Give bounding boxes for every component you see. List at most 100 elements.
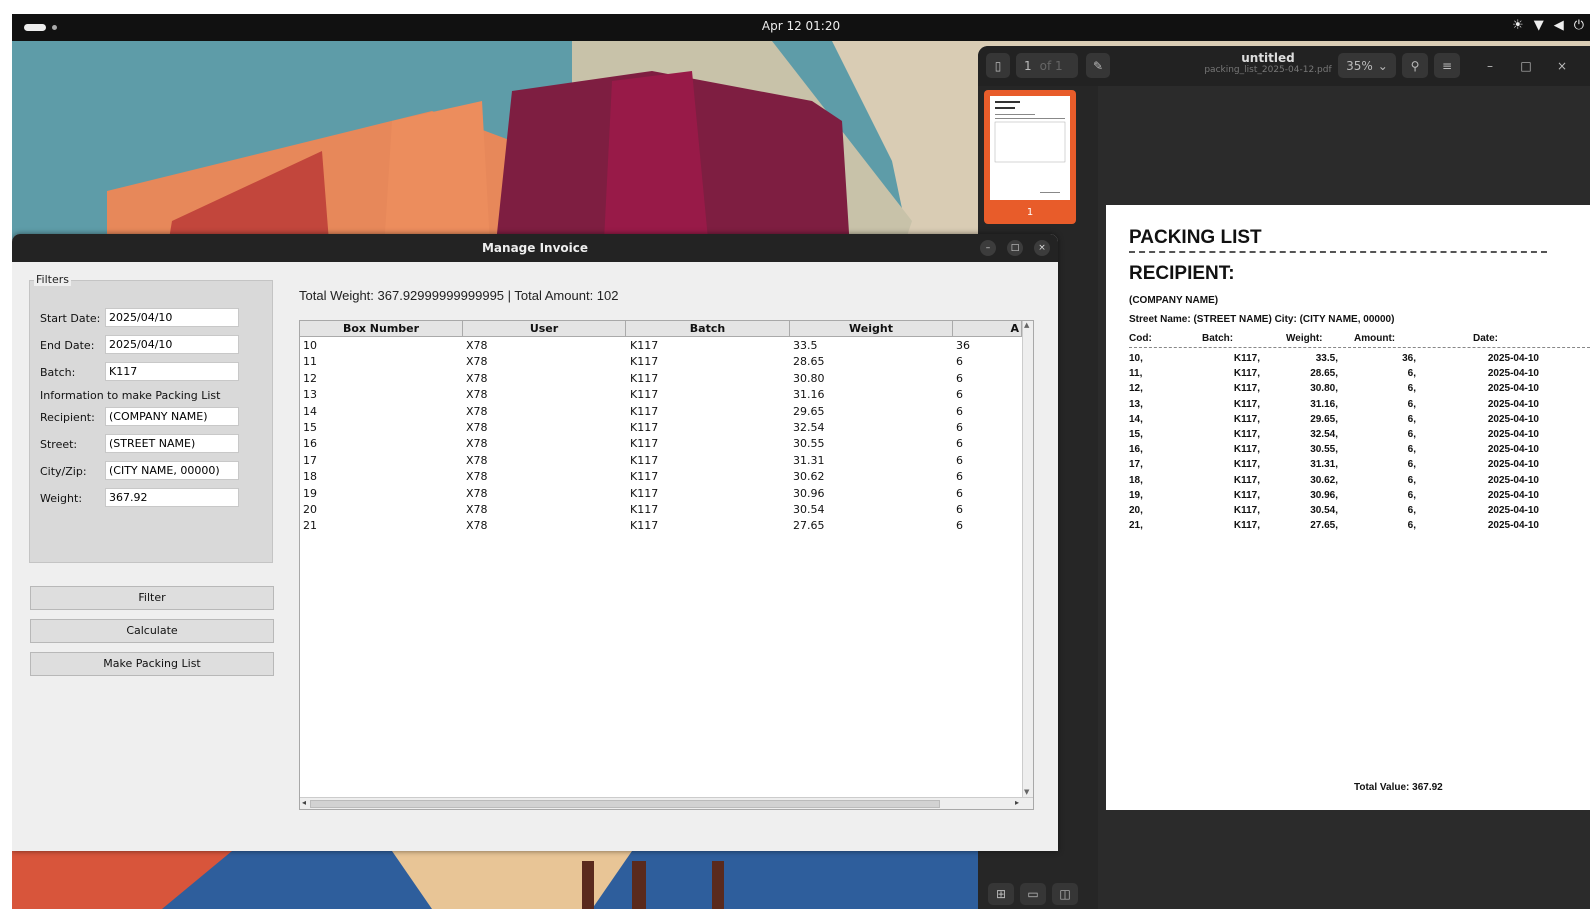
scroll-right-icon[interactable]: ▸ xyxy=(1015,798,1019,807)
horizontal-scrollbar[interactable]: ◂ ▸ xyxy=(300,797,1033,809)
doc-cell-batch: K117, xyxy=(1233,429,1260,440)
sidebar-toggle-icon[interactable]: ▯ xyxy=(986,53,1010,78)
system-tray[interactable]: ☀ ▼ ◀ ⏻ xyxy=(1512,18,1584,33)
maximize-button[interactable]: □ xyxy=(1007,240,1023,256)
cell-batch: K117 xyxy=(630,486,659,500)
street-label: Street: xyxy=(40,438,78,451)
header-batch[interactable]: Batch xyxy=(626,321,790,337)
cell-amount: 6 xyxy=(956,486,963,500)
cell-user: X78 xyxy=(466,470,488,484)
table-row[interactable]: 15 X78 K117 32.54 6 xyxy=(300,420,1022,436)
city-input[interactable] xyxy=(105,461,239,480)
doc-cell-batch: K117, xyxy=(1233,505,1260,516)
doc-cell-date: 2025-04-10 xyxy=(1487,353,1539,364)
cell-weight: 30.55 xyxy=(793,437,825,451)
doc-cell-date: 2025-04-10 xyxy=(1487,444,1539,456)
header-weight[interactable]: Weight xyxy=(790,321,953,337)
header-amount[interactable]: A xyxy=(953,321,1022,337)
cell-batch: K117 xyxy=(630,503,659,516)
header-box-number[interactable]: Box Number xyxy=(300,321,463,337)
doc-cell-date: 2025-04-10 xyxy=(1487,383,1539,395)
weight-input[interactable] xyxy=(105,488,239,507)
header-user[interactable]: User xyxy=(463,321,626,337)
minimize-button[interactable]: – xyxy=(980,240,996,256)
total-value: Total Value: 367.92 xyxy=(1354,782,1443,793)
table-row[interactable]: 12 X78 K117 30.80 6 xyxy=(300,371,1022,387)
doc-row: 11, K117, 28.65, 6, 2025-04-10 xyxy=(1106,368,1590,383)
batch-row: Batch: xyxy=(40,362,239,381)
cell-weight: 31.16 xyxy=(793,388,825,402)
col-header-weight: Weight: xyxy=(1286,333,1323,344)
bookmarks-icon[interactable]: ◫ xyxy=(1052,883,1078,905)
doc-cell-cod: 12, xyxy=(1129,383,1143,395)
scroll-left-icon[interactable]: ◂ xyxy=(302,798,306,807)
cell-box-number: 15 xyxy=(303,421,317,434)
menu-icon[interactable]: ≡ xyxy=(1434,53,1460,78)
calculate-button[interactable]: Calculate xyxy=(30,619,274,643)
vertical-scrollbar[interactable]: ▲ ▼ xyxy=(1022,321,1033,798)
weight-label: Weight: xyxy=(40,492,83,505)
cell-user: X78 xyxy=(466,355,488,369)
table-row[interactable]: 19 X78 K117 30.96 6 xyxy=(300,486,1022,502)
recipient-heading: RECIPIENT: xyxy=(1129,263,1235,284)
table-row[interactable]: 21 X78 K117 27.65 6 xyxy=(300,518,1022,534)
table-row[interactable]: 18 X78 K117 30.62 6 xyxy=(300,469,1022,485)
table-row[interactable]: 10 X78 K117 33.5 36 xyxy=(300,338,1022,354)
doc-cell-weight: 33.5, xyxy=(1315,353,1338,364)
start-date-input[interactable] xyxy=(105,308,239,327)
table-row[interactable]: 11 X78 K117 28.65 6 xyxy=(300,354,1022,370)
company-name: (COMPANY NAME) xyxy=(1129,295,1219,306)
doc-cell-amount: 6, xyxy=(1407,368,1416,380)
clock[interactable]: Apr 12 01:20 xyxy=(12,19,1590,33)
scroll-up-icon[interactable]: ▲ xyxy=(1024,321,1029,329)
maximize-icon[interactable]: □ xyxy=(1514,53,1538,78)
doc-cell-date: 2025-04-10 xyxy=(1487,520,1539,532)
cell-amount: 6 xyxy=(956,470,963,484)
table-row[interactable]: 17 X78 K117 31.31 6 xyxy=(300,453,1022,469)
doc-cell-date: 2025-04-10 xyxy=(1487,489,1539,501)
page-thumbnail[interactable]: 1 xyxy=(984,90,1076,224)
cell-box-number: 11 xyxy=(303,355,317,369)
doc-cell-weight: 28.65, xyxy=(1310,368,1338,380)
pdf-headerbar: ▯ 1 of 1 ✎ untitled packing_list_2025-04… xyxy=(978,46,1590,86)
doc-cell-weight: 30.96, xyxy=(1310,489,1338,501)
close-button[interactable]: × xyxy=(1034,240,1050,256)
recipient-input[interactable] xyxy=(105,407,239,426)
cell-batch: K117 xyxy=(630,371,659,385)
page-entry[interactable]: 1 of 1 xyxy=(1016,53,1078,78)
cell-box-number: 13 xyxy=(303,388,317,402)
cell-weight: 32.54 xyxy=(793,421,825,434)
cell-box-number: 20 xyxy=(303,503,317,516)
doc-cell-date: 2025-04-10 xyxy=(1487,368,1539,380)
annotate-pencil-icon[interactable]: ✎ xyxy=(1086,53,1110,78)
horizontal-scroll-thumb[interactable] xyxy=(310,800,940,808)
chevron-down-icon: ⌄ xyxy=(1377,58,1388,73)
title-rule xyxy=(1129,251,1547,253)
table-row[interactable]: 16 X78 K117 30.55 6 xyxy=(300,436,1022,452)
cell-amount: 6 xyxy=(956,421,963,434)
doc-cell-cod: 16, xyxy=(1129,444,1143,456)
cell-user: X78 xyxy=(466,404,488,418)
filter-button[interactable]: Filter xyxy=(30,586,274,610)
zoom-dropdown[interactable]: 35% ⌄ xyxy=(1338,53,1396,78)
table-row[interactable]: 14 X78 K117 29.65 6 xyxy=(300,404,1022,420)
cell-box-number: 18 xyxy=(303,470,317,484)
table-row[interactable]: 13 X78 K117 31.16 6 xyxy=(300,387,1022,403)
address-line: Street Name: (STREET NAME) City: (CITY N… xyxy=(1129,314,1395,325)
scroll-down-icon[interactable]: ▼ xyxy=(1024,788,1029,796)
batch-input[interactable] xyxy=(105,362,239,381)
end-date-input[interactable] xyxy=(105,335,239,354)
thumbnails-grid-icon[interactable]: ⊞ xyxy=(988,883,1014,905)
table-row[interactable]: 20 X78 K117 30.54 6 xyxy=(300,502,1022,518)
cell-batch: K117 xyxy=(630,355,659,369)
minimize-icon[interactable]: – xyxy=(1478,53,1502,78)
wifi-icon: ▼ xyxy=(1533,18,1544,33)
start-date-label: Start Date: xyxy=(40,312,101,325)
street-input[interactable] xyxy=(105,434,239,453)
close-icon[interactable]: × xyxy=(1550,53,1574,78)
make-packing-list-button[interactable]: Make Packing List xyxy=(30,652,274,676)
annotations-icon[interactable]: ▭ xyxy=(1020,883,1046,905)
end-date-row: End Date: xyxy=(40,335,239,354)
search-icon[interactable]: ⚲ xyxy=(1402,53,1428,78)
city-label: City/Zip: xyxy=(40,465,87,478)
